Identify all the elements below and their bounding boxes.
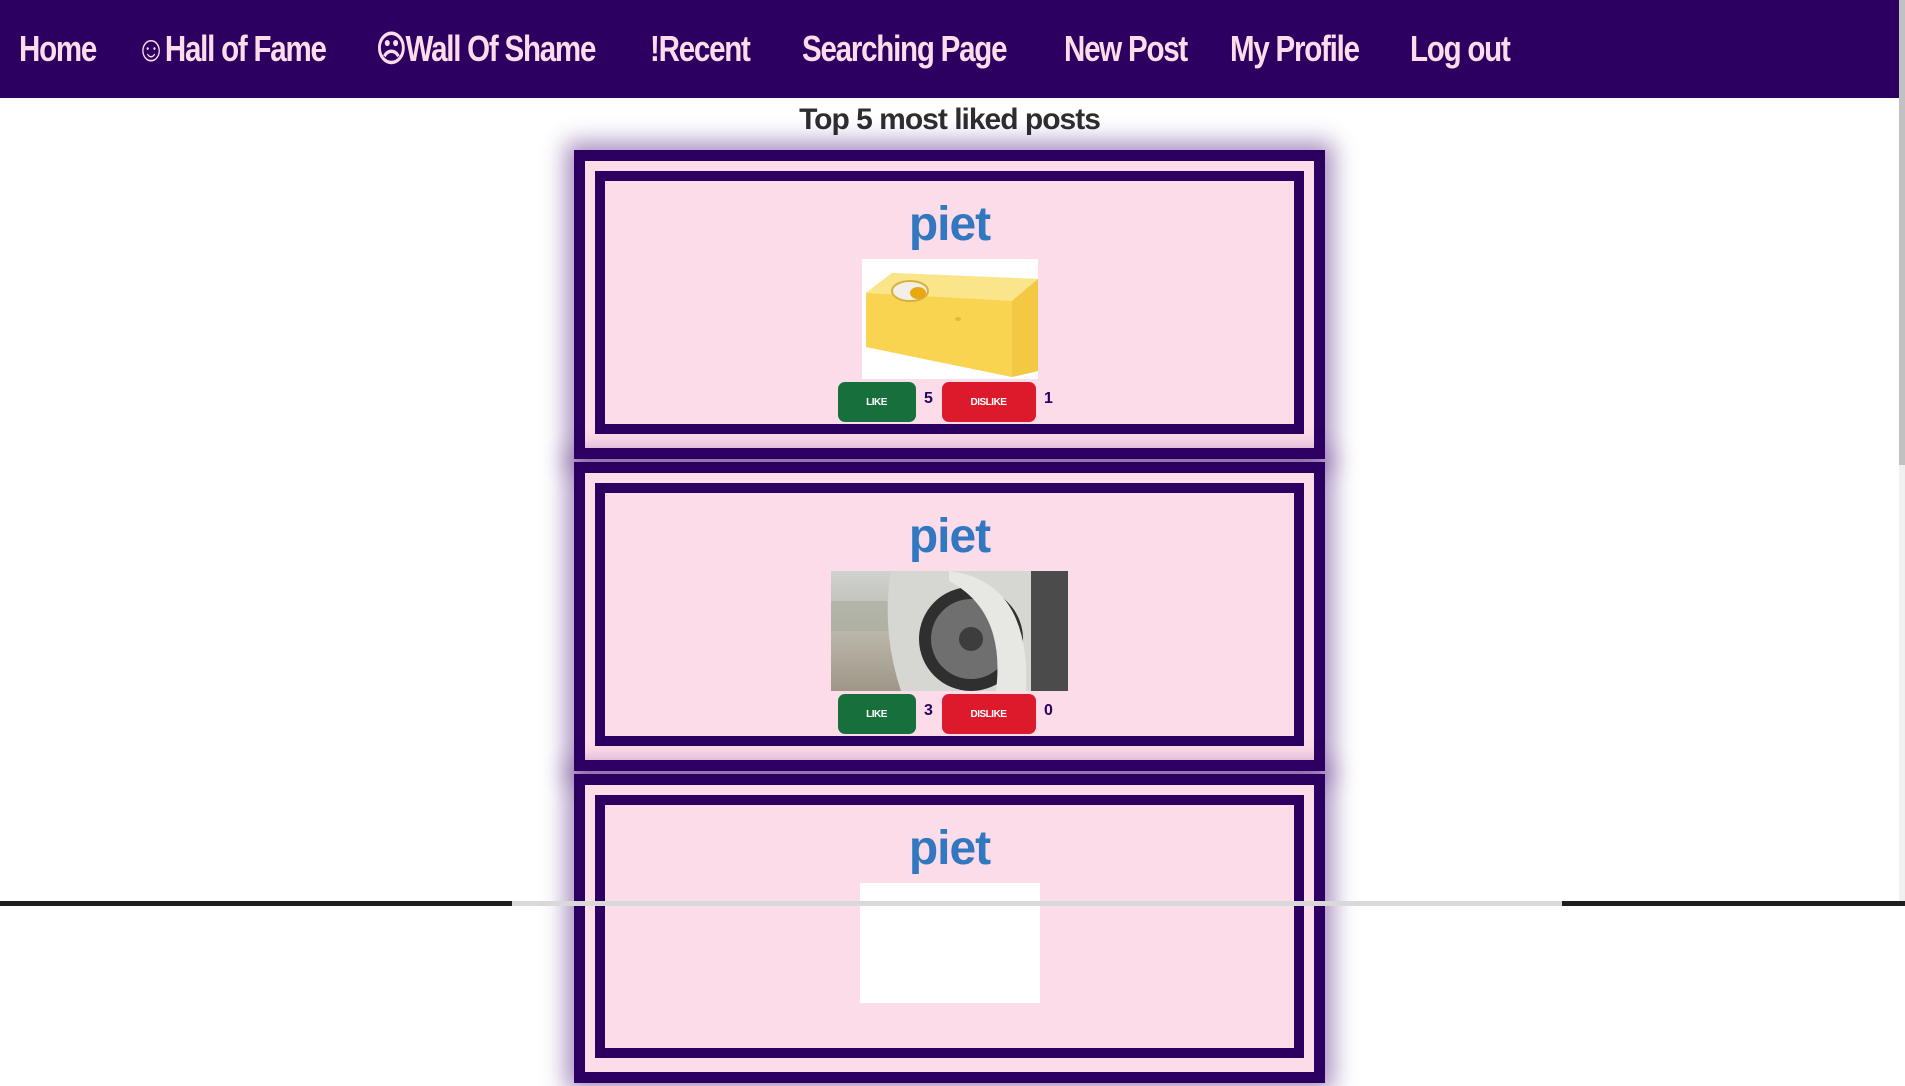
post-card-content: piet: [595, 483, 1304, 746]
vertical-scrollbar[interactable]: [1899, 0, 1905, 906]
vote-row: LIKE 5 DISLIKE 1: [837, 382, 1062, 422]
post-card-content: piet: [595, 795, 1304, 1058]
nav-log-out-link[interactable]: Log out: [1410, 28, 1511, 70]
dislike-count: 0: [1044, 702, 1053, 719]
post-card: piet LIKE 5 DISLIKE 1: [574, 150, 1325, 459]
like-count: 3: [924, 702, 933, 719]
nav-hall-of-fame-link[interactable]: ☺Hall of Fame: [136, 28, 333, 70]
post-card-content: piet LIKE 5 DISLIKE 1: [595, 171, 1304, 434]
vote-row: LIKE 3 DISLIKE 0: [837, 694, 1062, 734]
post-author[interactable]: piet: [909, 511, 991, 563]
post-card: piet: [574, 462, 1325, 771]
scrollbar-thumb[interactable]: [1899, 0, 1905, 465]
post-author[interactable]: piet: [909, 823, 991, 875]
like-count: 5: [924, 390, 933, 407]
nav-recent-link[interactable]: !Recent: [650, 28, 775, 70]
post-card-frame: piet LIKE 5 DISLIKE 1: [585, 161, 1314, 448]
like-button[interactable]: LIKE: [837, 382, 916, 422]
horizontal-scrollbar[interactable]: [0, 901, 1905, 906]
like-button[interactable]: LIKE: [837, 694, 916, 734]
post-card: piet: [574, 774, 1325, 1083]
dislike-count: 1: [1044, 390, 1053, 407]
nav-wall-of-shame-link[interactable]: ☹Wall Of Shame: [376, 28, 601, 70]
nav-home-link[interactable]: Home: [19, 28, 115, 70]
nav-new-post-link[interactable]: New Post: [1064, 28, 1200, 70]
page-title: Top 5 most liked posts: [799, 103, 1101, 136]
car-wheel-image: [831, 571, 1068, 691]
dislike-button[interactable]: DISLIKE: [941, 694, 1036, 734]
horizontal-scrollbar-thumb[interactable]: [512, 901, 1562, 906]
nav-searching-page-link[interactable]: Searching Page: [802, 28, 1017, 70]
post-author[interactable]: piet: [909, 199, 991, 251]
post-card-frame: piet: [585, 473, 1314, 760]
top-navbar: Home ☺Hall of Fame ☹Wall Of Shame !Recen…: [0, 0, 1899, 98]
dislike-button[interactable]: DISLIKE: [941, 382, 1036, 422]
cheese-block-image: [861, 259, 1038, 379]
post-feed: piet LIKE 5 DISLIKE 1 piet LIKE 3 DISLIK…: [574, 150, 1325, 1086]
post-card-frame: piet: [585, 785, 1314, 1072]
nav-my-profile-link[interactable]: My Profile: [1230, 28, 1378, 70]
